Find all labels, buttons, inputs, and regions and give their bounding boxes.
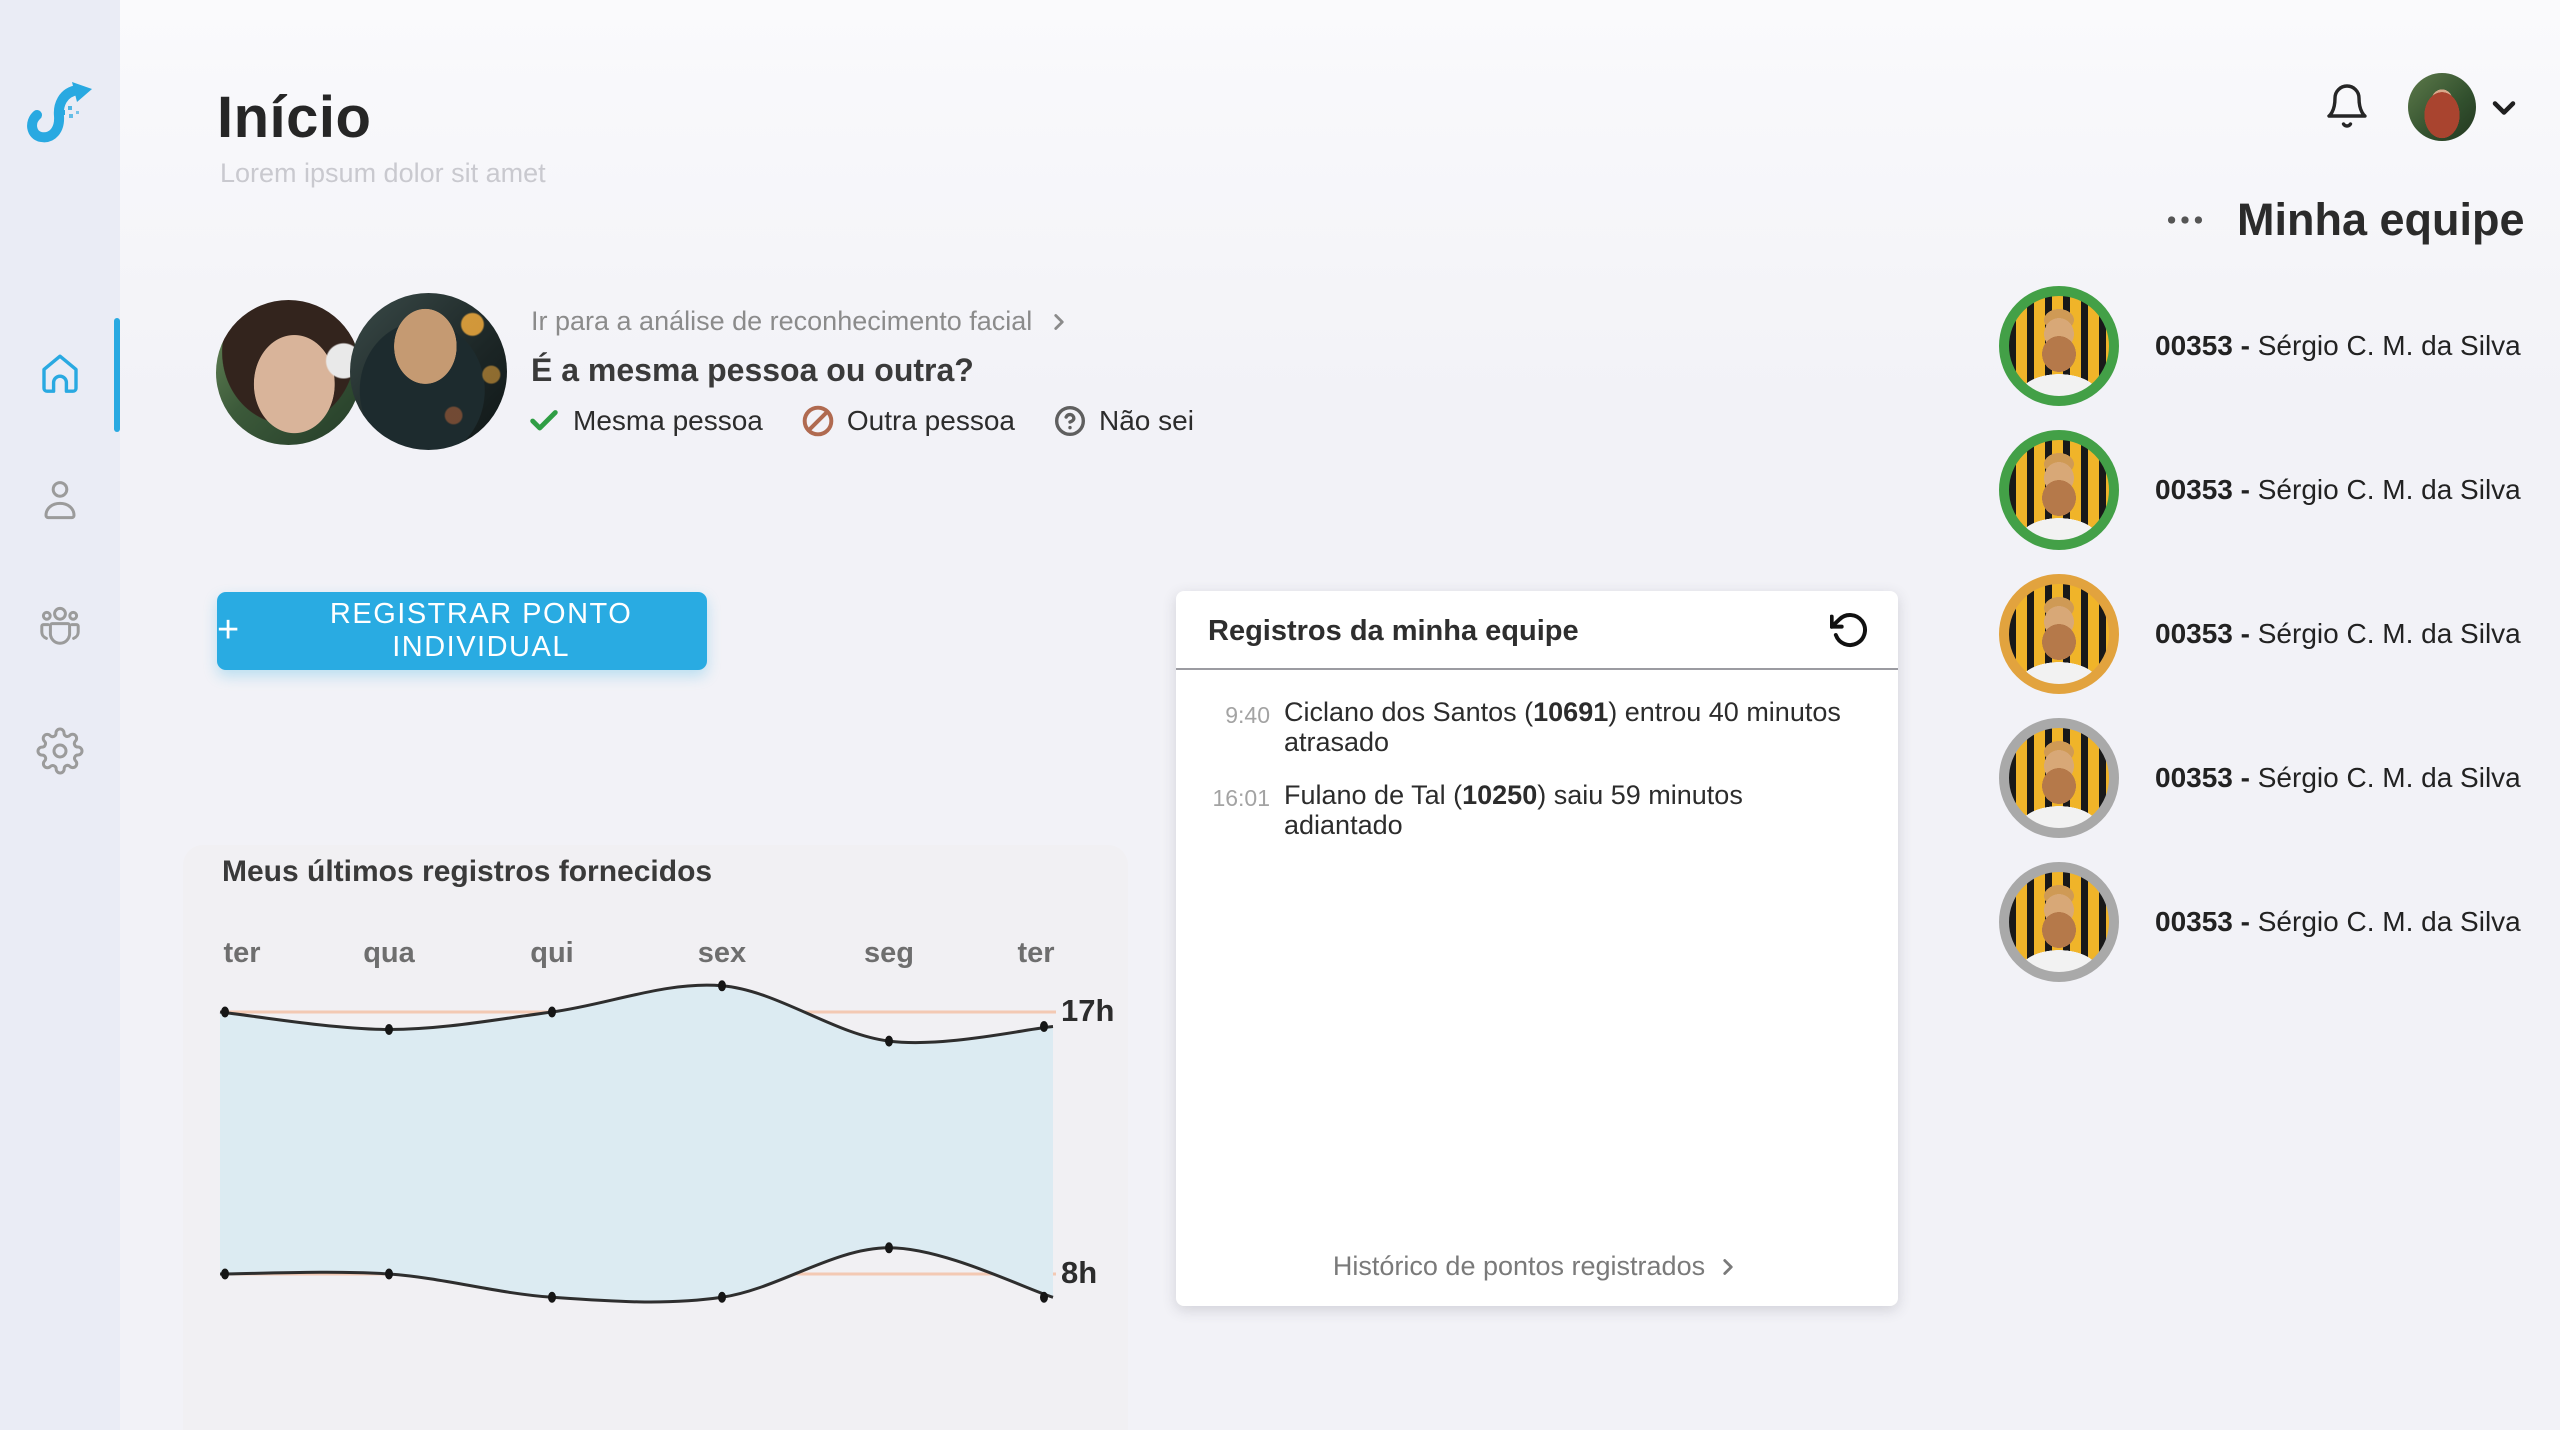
profile-menu-button[interactable] <box>2486 90 2522 126</box>
chevron-down-icon <box>2486 90 2522 126</box>
refresh-button[interactable] <box>1830 610 1870 650</box>
member-label: 00353 - Sérgio C. M. da Silva <box>2155 618 2521 650</box>
register-point-button[interactable]: + REGISTRAR PONTO INDIVIDUAL <box>217 592 707 670</box>
records-card-title: Registros da minha equipe <box>1208 615 1579 648</box>
chart-day-label: ter <box>991 937 1081 970</box>
sidebar-item-home[interactable] <box>36 349 84 397</box>
member-label: 00353 - Sérgio C. M. da Silva <box>2155 474 2521 506</box>
chart-day-label: qui <box>507 937 597 970</box>
more-horizontal-icon <box>2162 197 2208 243</box>
app-root: Início Lorem ipsum dolor sit amet Ir par… <box>0 0 2560 1440</box>
rotate-ccw-icon <box>1830 610 1870 650</box>
register-point-label: REGISTRAR PONTO INDIVIDUAL <box>255 598 707 664</box>
check-icon <box>527 404 561 438</box>
records-list: 9:40 Ciclano dos Santos (10691) entrou 4… <box>1176 670 1898 840</box>
page-subtitle: Lorem ipsum dolor sit amet <box>220 158 546 189</box>
face-photo-right <box>350 293 507 450</box>
member-label: 00353 - Sérgio C. M. da Silva <box>2155 906 2521 938</box>
record-text: Fulano de Tal (10250) saiu 59 minutos ad… <box>1284 780 1859 840</box>
team-member-row[interactable]: 00353 - Sérgio C. M. da Silva <box>1999 862 2521 982</box>
team-records-card: Registros da minha equipe 9:40 Ciclano d… <box>1176 591 1898 1306</box>
registros-area-chart <box>183 975 1128 1405</box>
home-icon <box>36 349 84 397</box>
bell-icon <box>2323 82 2371 130</box>
notifications-button[interactable] <box>2323 82 2371 130</box>
sidebar-item-profile[interactable] <box>36 475 84 523</box>
member-label: 00353 - Sérgio C. M. da Silva <box>2155 762 2521 794</box>
record-time: 16:01 <box>1212 780 1270 840</box>
user-icon <box>36 475 84 523</box>
records-history-label: Histórico de pontos registrados <box>1333 1251 1705 1282</box>
option-same-person[interactable]: Mesma pessoa <box>527 404 763 438</box>
member-avatar <box>1999 430 2119 550</box>
option-other-person[interactable]: Outra pessoa <box>801 404 1015 438</box>
gear-icon <box>36 727 84 775</box>
chart-title: Meus últimos registros fornecidos <box>222 855 712 889</box>
users-icon <box>36 603 84 651</box>
slash-icon <box>801 404 835 438</box>
face-analysis-link-label: Ir para a análise de reconhecimento faci… <box>531 306 1032 337</box>
records-card-header: Registros da minha equipe <box>1176 591 1898 670</box>
team-menu-button[interactable] <box>2162 197 2208 243</box>
record-entry: 9:40 Ciclano dos Santos (10691) entrou 4… <box>1212 697 1868 757</box>
plus-icon: + <box>217 611 239 649</box>
face-photo-left <box>216 300 361 445</box>
face-analysis-link[interactable]: Ir para a análise de reconhecimento faci… <box>531 306 1072 337</box>
records-history-link[interactable]: Histórico de pontos registrados <box>1176 1251 1898 1282</box>
record-text: Ciclano dos Santos (10691) entrou 40 min… <box>1284 697 1859 757</box>
chart-panel: Meus últimos registros fornecidos ter qua… <box>183 845 1128 1440</box>
team-member-row[interactable]: 00353 - Sérgio C. M. da Silva <box>1999 574 2521 694</box>
member-avatar <box>1999 574 2119 694</box>
chevron-right-icon <box>1046 309 1072 335</box>
record-entry: 16:01 Fulano de Tal (10250) saiu 59 minu… <box>1212 780 1868 840</box>
option-label: Mesma pessoa <box>573 405 763 437</box>
member-avatar <box>1999 862 2119 982</box>
member-label: 00353 - Sérgio C. M. da Silva <box>2155 330 2521 362</box>
team-member-row[interactable]: 00353 - Sérgio C. M. da Silva <box>1999 286 2521 406</box>
team-list: 00353 - Sérgio C. M. da Silva 00353 - Sér… <box>1999 286 2521 982</box>
team-member-row[interactable]: 00353 - Sérgio C. M. da Silva <box>1999 718 2521 838</box>
chevron-right-icon <box>1715 1254 1741 1280</box>
team-member-row[interactable]: 00353 - Sérgio C. M. da Silva <box>1999 430 2521 550</box>
sidebar-active-indicator <box>114 318 120 432</box>
sidebar-item-team[interactable] <box>36 603 84 651</box>
app-logo-icon[interactable] <box>22 80 98 152</box>
member-avatar <box>1999 718 2119 838</box>
bottom-strip <box>0 1430 2560 1440</box>
chart-day-label: sex <box>677 937 767 970</box>
my-team-title: Minha equipe <box>2237 194 2525 246</box>
option-unknown[interactable]: Não sei <box>1053 404 1194 438</box>
face-question: É a mesma pessoa ou outra? <box>531 352 974 389</box>
member-avatar <box>1999 286 2119 406</box>
user-avatar[interactable] <box>2408 73 2476 141</box>
record-time: 9:40 <box>1212 697 1270 757</box>
sidebar <box>0 0 120 1440</box>
chart-day-label: ter <box>197 937 287 970</box>
chart-day-label: qua <box>344 937 434 970</box>
sidebar-item-settings[interactable] <box>36 727 84 775</box>
face-options: Mesma pessoa Outra pessoa Não sei <box>527 404 1194 438</box>
option-label: Outra pessoa <box>847 405 1015 437</box>
page-title: Início <box>217 84 371 151</box>
option-label: Não sei <box>1099 405 1194 437</box>
chart-day-label: seg <box>844 937 934 970</box>
help-circle-icon <box>1053 404 1087 438</box>
